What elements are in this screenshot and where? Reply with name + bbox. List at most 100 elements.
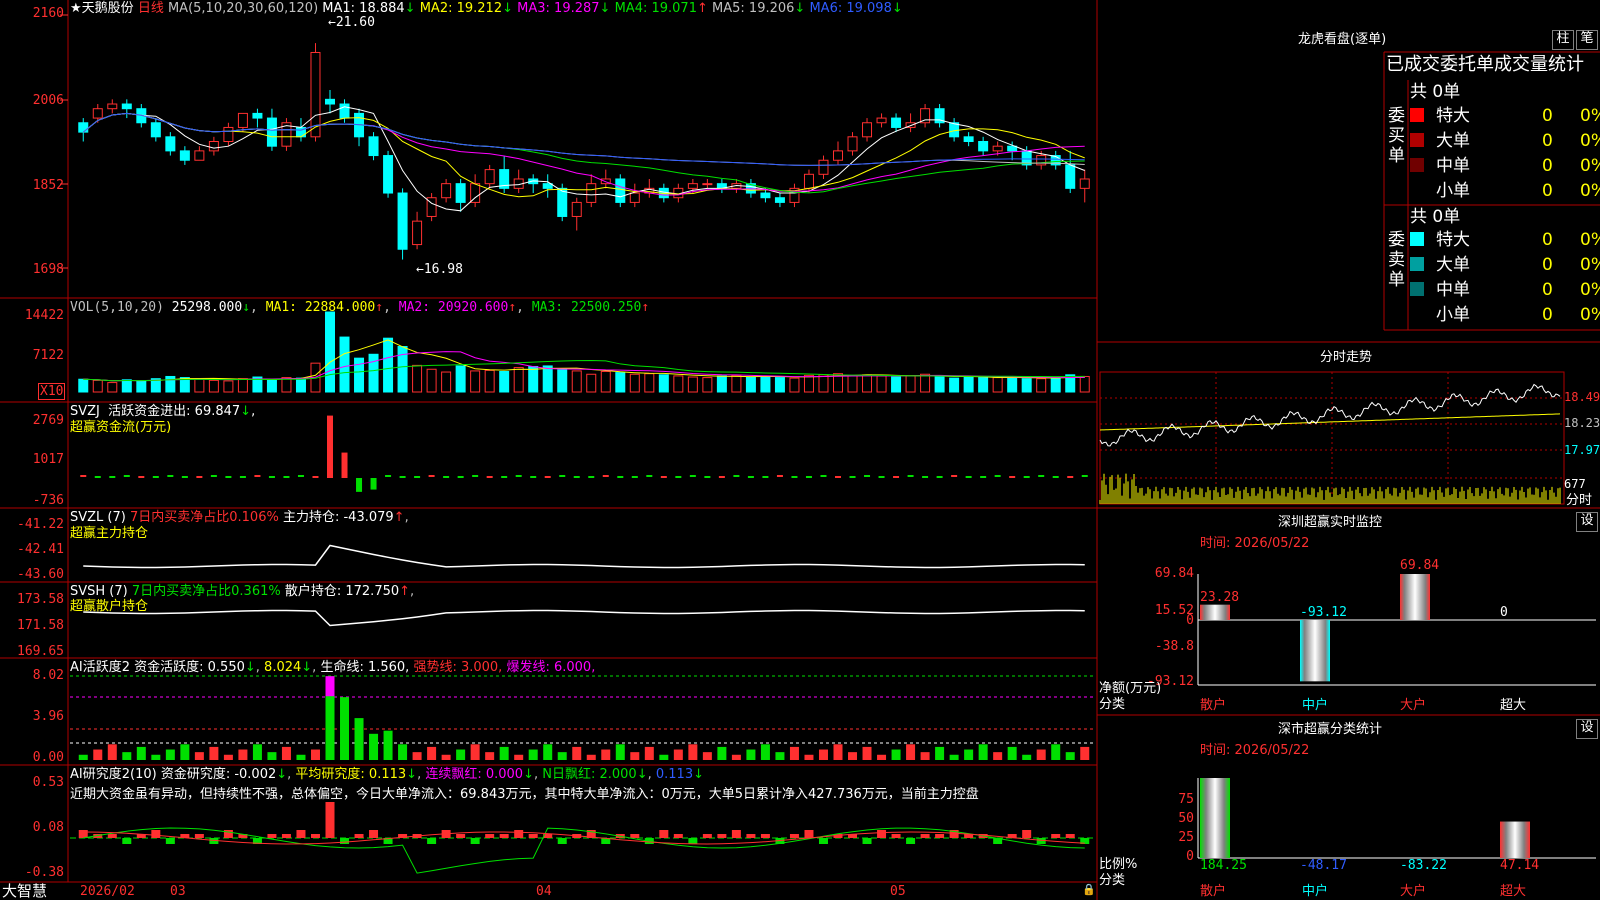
active-bar xyxy=(818,749,828,760)
class-cat-3: 大户 xyxy=(1400,884,1427,899)
lock-icon[interactable]: 🔒 xyxy=(1082,882,1096,897)
volume-bar xyxy=(92,379,103,393)
order-row-label: 特大 xyxy=(1436,106,1470,126)
candle xyxy=(310,51,321,138)
svsh-line-path xyxy=(83,609,1085,627)
low-label: 16.98 xyxy=(423,262,463,277)
active-bar xyxy=(615,744,625,760)
flow-tick xyxy=(1081,475,1088,477)
active-bar xyxy=(122,752,132,760)
research-bar xyxy=(906,838,916,844)
vol-ma2: MA2: 20920.600 xyxy=(398,300,509,315)
flow-tick xyxy=(123,475,130,477)
research-bar xyxy=(499,834,509,838)
ma-line-6 xyxy=(82,112,1085,166)
ma-line-5 xyxy=(82,112,1085,166)
period-label[interactable]: 日线 xyxy=(138,1,164,16)
flow-tick xyxy=(704,476,711,478)
volume-bar xyxy=(121,379,132,393)
research-bar xyxy=(659,830,669,838)
volume-bar xyxy=(774,377,785,393)
intraday-ytick-3: 17.97 xyxy=(1564,443,1600,457)
research-bar xyxy=(557,838,567,844)
flow-tick xyxy=(138,476,145,478)
flow-bar xyxy=(341,452,348,478)
candle xyxy=(615,178,626,203)
flow-tick xyxy=(936,476,943,478)
candle xyxy=(847,136,858,152)
flow-tick xyxy=(762,476,769,478)
res-ytick-2: 0.08 xyxy=(32,820,64,835)
volume-bar xyxy=(397,346,408,393)
tab-volume[interactable]: 成交量 xyxy=(1494,54,1548,75)
vol-ma1: MA1: 22884.000 xyxy=(265,300,376,315)
main-ytick-3: 1852 xyxy=(32,178,64,193)
research-bar xyxy=(760,834,770,838)
active-bar xyxy=(1036,749,1046,760)
active-bar xyxy=(572,746,582,760)
stock-name[interactable]: 天鹅股份 xyxy=(82,1,134,16)
active-bar xyxy=(688,744,698,760)
class-cat-4: 超大 xyxy=(1500,884,1527,899)
order-row-label: 大单 xyxy=(1436,255,1470,275)
ai-ytick-3: 0.00 xyxy=(32,750,64,765)
volume-bar xyxy=(876,375,887,393)
tab-stats[interactable]: 统计 xyxy=(1548,54,1584,75)
active-bar xyxy=(1022,754,1032,760)
bi-button[interactable]: 笔 xyxy=(1576,30,1598,50)
volume-bar xyxy=(702,377,713,393)
active-bar xyxy=(78,754,88,760)
volume-bar xyxy=(237,378,248,393)
sz-monitor-settings-button[interactable]: 设 xyxy=(1576,512,1598,532)
candle xyxy=(963,136,974,143)
active-bar xyxy=(833,744,843,760)
flow-tick xyxy=(283,476,290,478)
candle xyxy=(150,122,161,138)
tab-orders[interactable]: 委托单 xyxy=(1440,54,1494,75)
flow-tick xyxy=(94,476,101,478)
ma-line-3 xyxy=(82,112,1085,196)
flow-tick xyxy=(907,475,914,477)
ai-research-last: 0.113 xyxy=(655,767,694,782)
order-row-label: 小单 xyxy=(1436,181,1470,201)
volume-bar xyxy=(731,374,742,393)
research-bar xyxy=(470,838,480,844)
flow-tick xyxy=(617,476,624,478)
zhu-button[interactable]: 柱 xyxy=(1552,30,1574,50)
research-bar xyxy=(702,834,712,838)
research-bar xyxy=(862,838,872,844)
volume-bar xyxy=(208,379,219,393)
star-icon[interactable]: ★ xyxy=(70,1,82,16)
candle xyxy=(121,103,132,110)
ai-research-avg: 平均研究度: 0.113 xyxy=(295,767,407,782)
volume-bar xyxy=(600,370,611,393)
candle xyxy=(876,117,887,124)
svsh-arrow: ↑ xyxy=(399,584,411,599)
volume-bar xyxy=(368,353,379,393)
research-bar xyxy=(485,834,495,838)
svzl-ytick-3: -43.60 xyxy=(17,567,64,582)
research-bar xyxy=(427,838,437,844)
flow-tick xyxy=(864,475,871,477)
intraday-chart xyxy=(1099,371,1565,505)
flow-tick xyxy=(80,475,87,477)
monitor-ytick-3: 0 xyxy=(1186,613,1194,628)
ma1-arrow: ↓ xyxy=(404,1,416,16)
order-row: 大单 0 0% xyxy=(1410,131,1600,151)
class-val-2: -48.17 xyxy=(1300,858,1347,873)
flow-tick xyxy=(660,476,667,478)
volume-bar xyxy=(789,377,800,393)
flow-tick xyxy=(573,476,580,478)
sz-class-settings-button[interactable]: 设 xyxy=(1576,719,1598,739)
order-row-percent: 0% xyxy=(1580,230,1600,250)
volume-bars xyxy=(78,311,1090,393)
active-bar xyxy=(746,749,756,760)
tab-traded[interactable]: 已成交 xyxy=(1386,54,1440,75)
class-ytick-1: 75 xyxy=(1178,792,1194,807)
svsh-ytick-3: 169.65 xyxy=(17,644,64,659)
research-bar xyxy=(310,834,320,838)
ai-burst-line: 爆发线: 6.000, xyxy=(506,660,596,675)
flow-tick xyxy=(457,476,464,478)
ai-research-header: AI研究度2(10) 资金研究度: -0.002↓, 平均研究度: 0.113↓… xyxy=(70,767,704,782)
ai-research-avg-arrow: ↓ xyxy=(406,767,418,782)
